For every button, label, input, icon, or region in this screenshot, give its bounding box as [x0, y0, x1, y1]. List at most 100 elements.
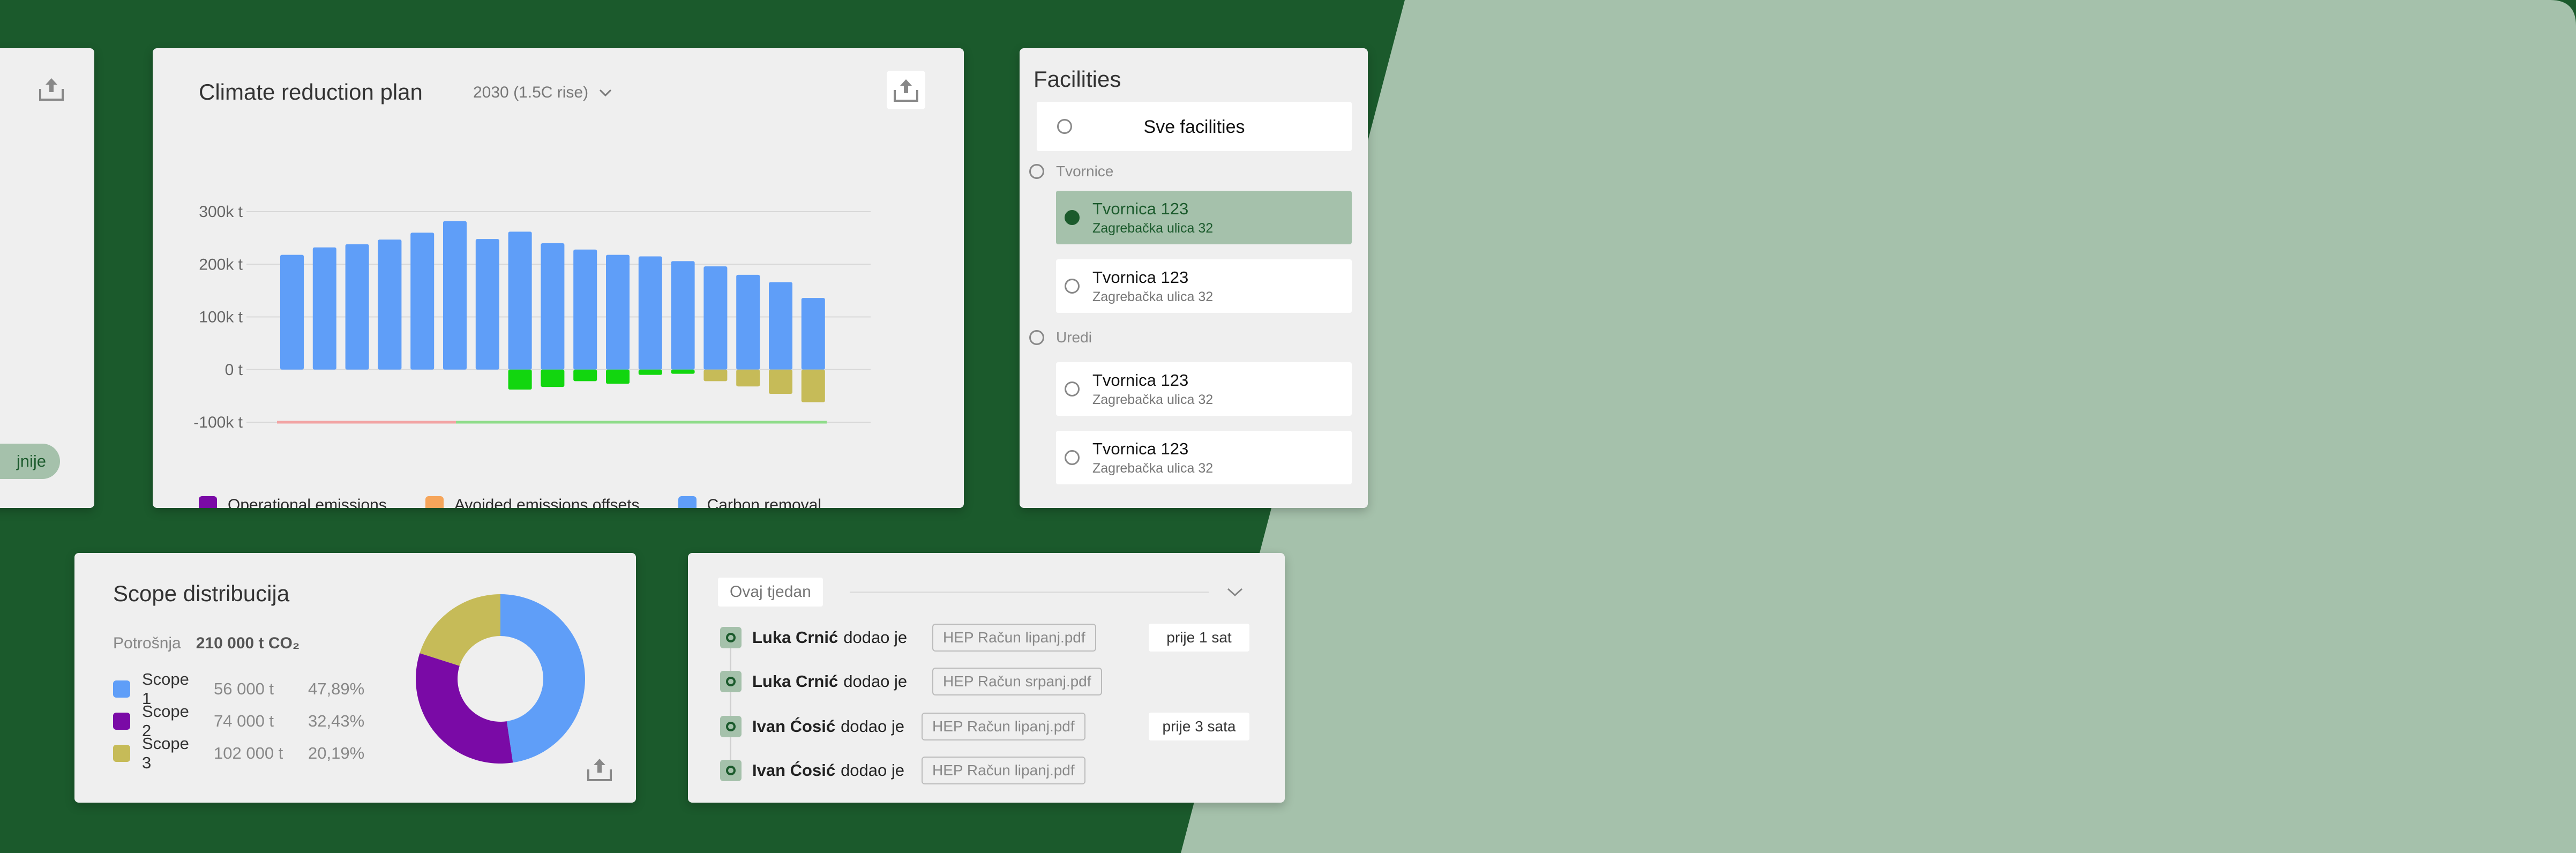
scope-donut-chart: [416, 594, 586, 764]
chart-legend: Operational emissions Avoided emissions …: [199, 496, 860, 508]
chart-bar: [638, 369, 662, 375]
scope-percent: 32,43%: [308, 712, 365, 730]
legend-swatch-operational: [199, 496, 217, 508]
activity-status-icon: [720, 627, 742, 648]
timeline-line: [730, 639, 731, 767]
y-tick-label: 200k t: [199, 256, 243, 273]
chart-bar: [606, 255, 630, 370]
scope-card: Scope distribucija Potrošnja 210 000 t C…: [74, 553, 636, 803]
scope-percent: 20,19%: [308, 744, 365, 762]
chart-bar: [378, 240, 402, 370]
donut-slice: [416, 653, 513, 764]
scope-3-swatch: [113, 745, 130, 762]
file-chip[interactable]: HEP Račun srpanj.pdf: [932, 668, 1102, 695]
activity-user: Luka Crnić: [752, 628, 838, 647]
facility-address: Zagrebačka ulica 32: [1092, 392, 1214, 407]
climate-plan-card: Climate reduction plan 2030 (1.5C rise) …: [153, 48, 964, 508]
share-upload-icon[interactable]: [582, 752, 617, 787]
radio-unchecked-icon: [1065, 450, 1080, 465]
file-chip[interactable]: HEP Račun lipanj.pdf: [932, 624, 1096, 652]
scope-title: Scope distribucija: [113, 581, 290, 606]
chart-bar: [345, 244, 369, 370]
activity-user: Luka Crnić: [752, 672, 838, 691]
legend-swatch-removal: [678, 496, 697, 508]
activity-row: Ivan Ćosić dodao je: [720, 754, 904, 787]
chart-bar: [769, 369, 792, 394]
partial-pill-button[interactable]: jnije: [0, 444, 60, 479]
time-chip: prije 3 sata: [1149, 713, 1249, 740]
group-radio-icon[interactable]: [1029, 164, 1044, 179]
chart-bar: [703, 266, 728, 370]
chart-bar: [671, 261, 695, 370]
legend-item-removal[interactable]: Carbon removal: [678, 496, 821, 508]
activity-status-icon: [720, 716, 742, 737]
facilities-card: Facilities Sve facilities Tvornice Tvorn…: [1020, 48, 1368, 508]
chart-bar: [736, 274, 760, 370]
scope-percent: 47,89%: [308, 679, 365, 698]
chart-bar: [508, 369, 532, 390]
climate-plan-title: Climate reduction plan: [199, 79, 423, 104]
scope-row-3: Scope 3 102 000 t 20,19%: [113, 734, 364, 773]
chart-bar: [475, 239, 499, 370]
consumption-value: 210 000 t CO₂: [196, 634, 300, 652]
chart-bar: [508, 231, 532, 370]
activity-user: Ivan Ćosić: [752, 761, 836, 780]
chart-bar: [801, 369, 825, 402]
donut-slice: [500, 594, 586, 763]
scope-2-swatch: [113, 713, 130, 730]
scope-name: Scope 3: [142, 734, 189, 772]
scenario-label: 2030 (1.5C rise): [473, 84, 589, 101]
chart-bar: [312, 247, 336, 370]
facility-address: Zagrebačka ulica 32: [1092, 461, 1214, 476]
share-upload-icon[interactable]: [34, 72, 69, 106]
activity-row: Ivan Ćosić dodao je: [720, 710, 904, 743]
legend-label: Avoided emissions offsets: [454, 496, 640, 508]
chart-bar: [541, 243, 565, 370]
scenario-dropdown[interactable]: 2030 (1.5C rise): [473, 84, 613, 102]
legend-item-operational[interactable]: Operational emissions: [199, 496, 387, 508]
legend-swatch-avoided: [425, 496, 444, 508]
consumption-label: Potrošnja: [113, 634, 181, 652]
facility-all-label: Sve facilities: [1143, 117, 1245, 137]
scope-amount: 102 000 t: [214, 744, 283, 762]
chart-bar: [573, 369, 597, 381]
file-chip[interactable]: HEP Račun lipanj.pdf: [922, 713, 1085, 740]
facility-name: Tvornica 123: [1092, 199, 1189, 218]
scope-amount: 74 000 t: [214, 712, 274, 730]
y-tick-label: 300k t: [199, 203, 243, 221]
chevron-down-icon: [600, 89, 612, 97]
chart-bar: [638, 256, 662, 370]
activity-row: Luka Crnić dodao je: [720, 622, 907, 654]
facility-item[interactable]: Tvornica 123 Zagrebačka ulica 32: [1056, 362, 1352, 416]
scope-1-swatch: [113, 680, 130, 698]
facility-item[interactable]: Tvornica 123 Zagrebačka ulica 32: [1056, 431, 1352, 484]
activity-action: dodao je: [841, 761, 905, 780]
facility-address: Zagrebačka ulica 32: [1092, 289, 1214, 304]
activity-status-icon: [720, 671, 742, 692]
y-tick-label: 100k t: [199, 309, 243, 326]
legend-item-avoided[interactable]: Avoided emissions offsets: [425, 496, 640, 508]
activity-user: Ivan Ćosić: [752, 717, 836, 736]
facility-all-option[interactable]: Sve facilities: [1037, 102, 1352, 151]
y-tick-label: 0 t: [225, 361, 243, 379]
facility-item-selected[interactable]: Tvornica 123 Zagrebačka ulica 32: [1056, 191, 1352, 244]
scope-amount: 56 000 t: [214, 679, 274, 698]
chart-bar: [443, 221, 467, 370]
facility-item[interactable]: Tvornica 123 Zagrebačka ulica 32: [1056, 259, 1352, 313]
climate-chart: 300k t200k t100k t0 t-100k t201520202025…: [193, 203, 871, 429]
activity-action: dodao je: [841, 717, 905, 736]
period-divider: [850, 592, 1209, 593]
donut-slice: [420, 594, 500, 666]
chart-bar: [736, 369, 760, 387]
time-chip: prije 1 sat: [1149, 624, 1249, 652]
group-radio-icon[interactable]: [1029, 330, 1044, 345]
facility-address: Zagrebačka ulica 32: [1092, 221, 1214, 236]
facility-name: Tvornica 123: [1092, 371, 1189, 390]
file-chip[interactable]: HEP Račun lipanj.pdf: [922, 757, 1085, 784]
radio-unchecked-icon: [1065, 279, 1080, 294]
period-selector[interactable]: Ovaj tjedan: [718, 578, 823, 607]
chevron-down-icon[interactable]: [1226, 586, 1244, 598]
chart-bar: [280, 255, 304, 370]
radio-checked-icon: [1065, 210, 1080, 225]
share-upload-icon[interactable]: [887, 71, 925, 109]
